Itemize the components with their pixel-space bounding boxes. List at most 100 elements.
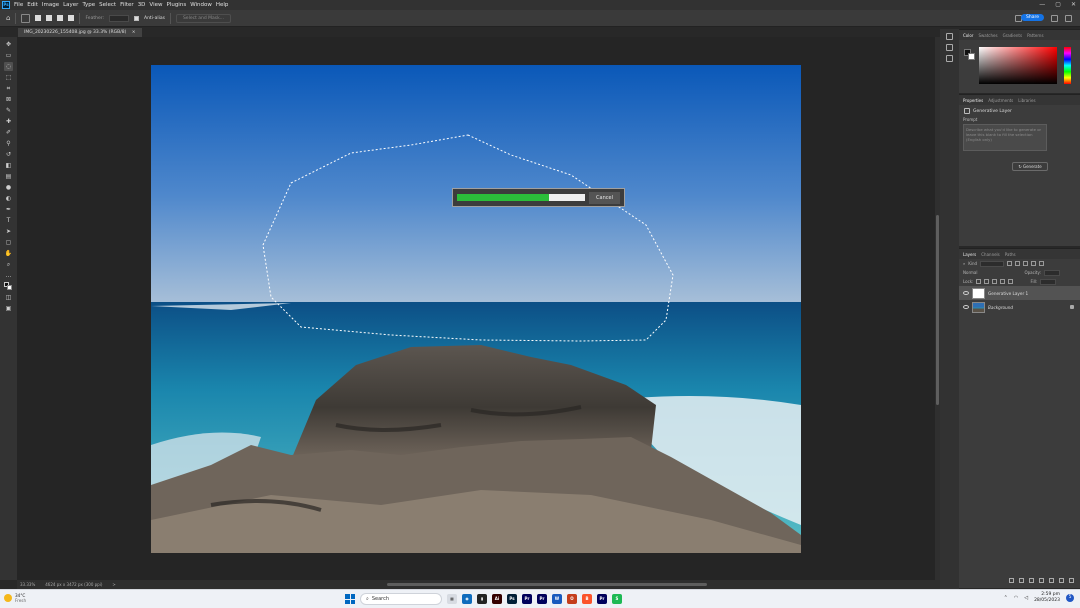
menu-file[interactable]: File	[14, 2, 23, 8]
visibility-eye-icon[interactable]	[963, 305, 969, 309]
more-tools-icon[interactable]: …	[4, 271, 13, 280]
menu-edit[interactable]: Edit	[27, 2, 38, 8]
eraser-tool-icon[interactable]: ◧	[4, 161, 13, 170]
add-to-selection-icon[interactable]	[46, 15, 53, 21]
gradient-tool-icon[interactable]: ▤	[4, 172, 13, 181]
windows-start-icon[interactable]	[345, 594, 355, 604]
lasso-tool-icon[interactable]: ◌	[4, 62, 13, 71]
taskbar-app-icon[interactable]: W	[552, 594, 562, 604]
taskbar-app-icon[interactable]: S	[612, 594, 622, 604]
layer-filter-dropdown[interactable]	[980, 260, 1005, 267]
filter-smart-object-icon[interactable]	[1039, 261, 1045, 266]
taskbar-app-icon[interactable]: Ps	[507, 594, 517, 604]
prompt-input[interactable]: Describe what you'd like to generate or …	[963, 124, 1047, 151]
clock[interactable]: 2:59 pm 28/05/2023	[1034, 592, 1060, 604]
tray-overflow-icon[interactable]: ⌃	[1004, 595, 1008, 601]
brush-tool-icon[interactable]: ✐	[4, 128, 13, 137]
tab-color[interactable]: Color	[963, 33, 973, 38]
hand-tool-icon[interactable]: ✋	[4, 249, 13, 258]
filter-shape-icon[interactable]	[1031, 261, 1037, 266]
tab-layers[interactable]: Layers	[963, 252, 976, 257]
adjustment-layer-icon[interactable]	[1039, 578, 1044, 583]
path-selection-tool-icon[interactable]: ➤	[4, 227, 13, 236]
zoom-tool-icon[interactable]: ⌕	[4, 260, 13, 269]
rectangle-tool-icon[interactable]: ▢	[4, 238, 13, 247]
lasso-preset-icon[interactable]	[21, 13, 31, 23]
new-group-icon[interactable]	[1049, 578, 1054, 583]
color-swatches-icon[interactable]	[4, 282, 13, 291]
generate-button[interactable]: ↻ Generate	[1012, 162, 1048, 171]
history-panel-icon[interactable]	[946, 33, 953, 40]
pen-tool-icon[interactable]: ✒	[4, 205, 13, 214]
search-icon[interactable]	[1051, 15, 1058, 22]
hue-slider[interactable]	[1064, 47, 1071, 84]
tab-swatches[interactable]: Swatches	[978, 33, 997, 38]
menu-view[interactable]: View	[149, 2, 162, 8]
history-brush-tool-icon[interactable]: ↺	[4, 150, 13, 159]
blend-mode-select[interactable]: Normal	[963, 270, 977, 275]
taskbar-app-icon[interactable]: O	[567, 594, 577, 604]
tab-adjustments[interactable]: Adjustments	[988, 98, 1013, 103]
lock-all-icon[interactable]	[1008, 279, 1014, 284]
character-panel-icon[interactable]	[946, 55, 953, 62]
menu-image[interactable]: Image	[42, 2, 59, 8]
menu-window[interactable]: Window	[190, 2, 212, 8]
share-button[interactable]: Share	[1021, 14, 1044, 21]
menu-filter[interactable]: Filter	[120, 2, 134, 8]
menu-select[interactable]: Select	[99, 2, 116, 8]
quick-mask-icon[interactable]: ◫	[4, 293, 13, 302]
delete-layer-icon[interactable]	[1069, 578, 1074, 583]
edge-icon[interactable]: ◉	[462, 594, 472, 604]
lock-position-icon[interactable]	[992, 279, 998, 284]
lock-artboard-icon[interactable]	[1000, 279, 1006, 284]
fill-input[interactable]	[1040, 278, 1057, 285]
vertical-scroll-thumb[interactable]	[936, 215, 939, 405]
workspace-layout-icon[interactable]	[1065, 15, 1072, 22]
tab-libraries[interactable]: Libraries	[1018, 98, 1035, 103]
clone-stamp-tool-icon[interactable]: ⚲	[4, 139, 13, 148]
tab-paths[interactable]: Paths	[1005, 252, 1016, 257]
link-layers-icon[interactable]	[1009, 578, 1014, 583]
document-tab[interactable]: IMG_20230226_155408.jpg @ 33.3% (RGB/8) …	[18, 28, 142, 37]
lock-transparent-icon[interactable]	[976, 279, 982, 284]
add-mask-icon[interactable]	[1029, 578, 1034, 583]
visibility-eye-icon[interactable]	[963, 291, 969, 295]
layer-row[interactable]: Generative Layer 1	[959, 286, 1080, 300]
terminal-icon[interactable]: ▮	[477, 594, 487, 604]
spot-healing-tool-icon[interactable]: ✚	[4, 117, 13, 126]
object-selection-tool-icon[interactable]: ⬚	[4, 73, 13, 82]
cancel-button[interactable]: Cancel	[589, 191, 620, 204]
color-picker-field[interactable]	[979, 47, 1057, 84]
move-tool-icon[interactable]: ✥	[4, 40, 13, 49]
new-selection-icon[interactable]	[35, 15, 42, 21]
taskbar-app-icon[interactable]: Pr	[522, 594, 532, 604]
type-tool-icon[interactable]: T	[4, 216, 13, 225]
zoom-level[interactable]: 33.33%	[20, 582, 35, 587]
weather-widget[interactable]: 34°C Fresh	[4, 593, 26, 603]
close-window-button[interactable]: ✕	[1071, 1, 1076, 8]
filter-adjustment-icon[interactable]	[1015, 261, 1021, 266]
opacity-input[interactable]	[1043, 269, 1060, 276]
maximize-button[interactable]: ▢	[1055, 1, 1061, 8]
background-color-swatch[interactable]	[968, 53, 975, 60]
status-menu-chevron-icon[interactable]: >	[112, 582, 115, 587]
new-layer-icon[interactable]	[1059, 578, 1064, 583]
crop-tool-icon[interactable]: ⌗	[4, 84, 13, 93]
menu-help[interactable]: Help	[216, 2, 229, 8]
layer-row[interactable]: Background	[959, 300, 1080, 314]
horizontal-scroll-thumb[interactable]	[387, 583, 707, 586]
filter-pixel-icon[interactable]	[1007, 261, 1013, 266]
blur-tool-icon[interactable]: ●	[4, 183, 13, 192]
feather-input[interactable]	[109, 14, 129, 22]
menu-type[interactable]: Type	[82, 2, 95, 8]
tab-patterns[interactable]: Patterns	[1027, 33, 1043, 38]
home-icon[interactable]: ⌂	[6, 14, 10, 22]
frame-tool-icon[interactable]: ⊠	[4, 95, 13, 104]
menu-layer[interactable]: Layer	[63, 2, 78, 8]
subtract-selection-icon[interactable]	[57, 15, 64, 21]
taskbar-app-icon[interactable]: Pr	[537, 594, 547, 604]
wifi-icon[interactable]: ◠	[1014, 595, 1018, 601]
menu-plugins[interactable]: Plugins	[166, 2, 186, 8]
tab-properties[interactable]: Properties	[963, 98, 983, 103]
layer-style-icon[interactable]	[1019, 578, 1024, 583]
